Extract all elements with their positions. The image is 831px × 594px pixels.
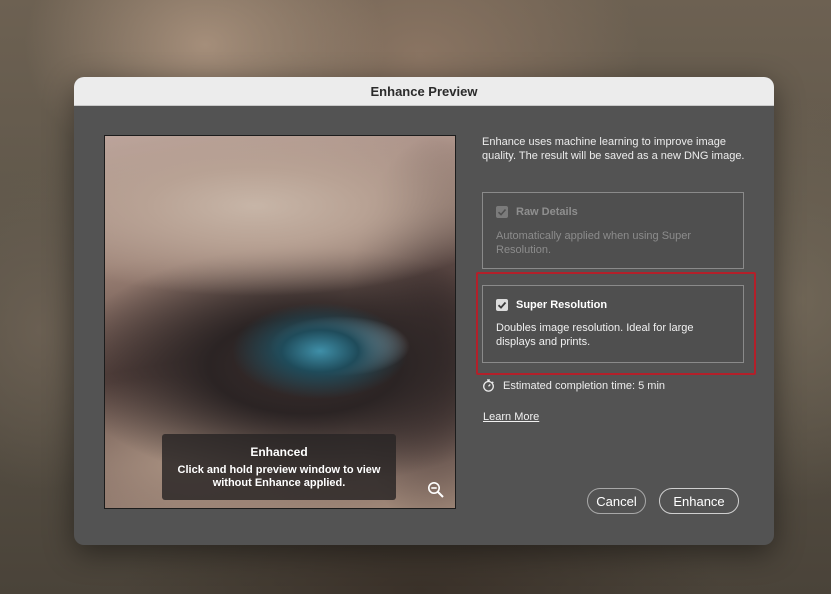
tooltip-title: Enhanced [250,445,308,459]
raw-details-checkbox [496,206,508,218]
dialog-titlebar: Enhance Preview [74,77,774,106]
raw-details-label: Raw Details [516,206,578,218]
preview-tooltip: Enhanced Click and hold preview window t… [162,434,396,500]
raw-details-description: Automatically applied when using Super R… [496,230,692,256]
raw-details-panel: Raw Details Automatically applied when u… [482,192,744,269]
dialog-title: Enhance Preview [370,83,478,99]
estimated-time: Estimated completion time: 5 min [482,379,665,392]
description-area: Enhance uses machine learning to improve… [482,135,752,163]
preview-window[interactable]: Enhanced Click and hold preview window t… [104,135,456,509]
estimated-time-text: Estimated completion time: 5 min [503,379,666,392]
zoom-out-icon[interactable] [427,481,445,499]
enhance-button[interactable]: Enhance [659,488,739,514]
tooltip-body: Click and hold preview window to view wi… [177,464,381,489]
enhance-preview-dialog: Enhance Preview Enhanced Click and hold … [74,77,774,545]
learn-more-link[interactable]: Learn More [483,411,539,423]
cancel-button[interactable]: Cancel [587,488,646,514]
stopwatch-icon [483,379,494,392]
intro-text: Enhance uses machine learning to improve… [482,136,745,162]
annotation-highlight-box [476,272,756,375]
